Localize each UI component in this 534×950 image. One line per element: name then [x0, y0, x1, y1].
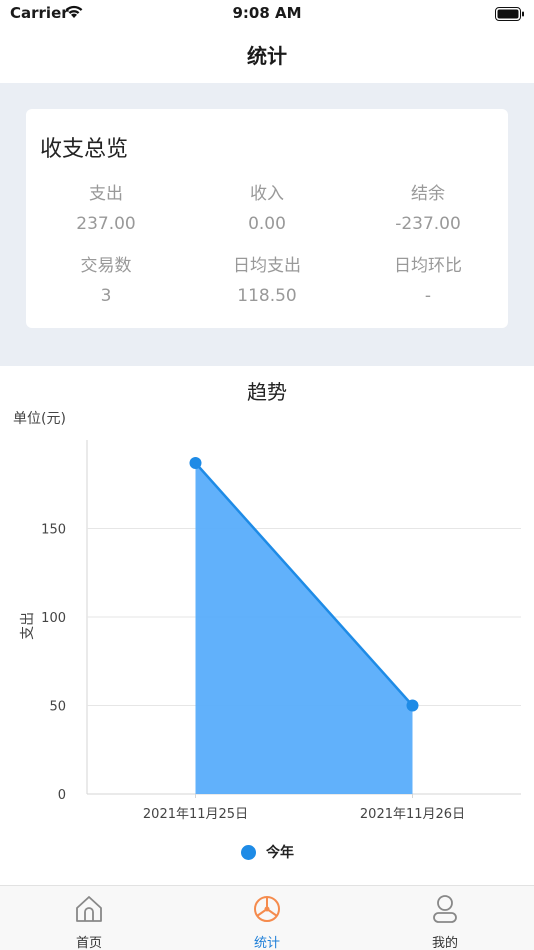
stat-daily-expense-value: 118.50	[237, 286, 297, 306]
stat-daily-expense-label: 日均支出	[233, 256, 301, 276]
home-icon	[74, 894, 104, 924]
trend-title: 趋势	[247, 380, 287, 404]
stat-daily-ratio-value: -	[424, 286, 432, 306]
trend-chart: 0 50 100 150 支出 2021年11月25日 2021年11月26日	[20, 440, 521, 822]
chart-legend[interactable]: 今年	[241, 842, 294, 862]
tab-profile[interactable]: 我的	[356, 886, 534, 950]
x-tick-label: 2021年11月25日	[143, 807, 248, 822]
data-point	[189, 457, 202, 470]
y-tick-label: 50	[49, 700, 66, 715]
clock: 9:08 AM	[232, 4, 302, 22]
data-point	[406, 699, 419, 712]
legend-dot-icon	[241, 844, 256, 860]
y-tick-label: 100	[41, 611, 66, 626]
stat-expense-label: 支出	[89, 184, 123, 204]
stat-balance-value: -237.00	[395, 214, 461, 234]
tab-statistics[interactable]: 统计	[178, 886, 356, 950]
summary-title: 收支总览	[40, 137, 129, 162]
status-bar: Carrier 9:08 AM	[0, 0, 534, 28]
page-title: 统计	[247, 44, 287, 68]
summary-card: 收支总览 支出 237.00 收入 0.00 结余 -237.00 交易数 3 …	[26, 109, 508, 328]
tab-profile-label: 我的	[431, 936, 458, 950]
y-tick-label: 0	[58, 788, 66, 803]
stat-transactions-label: 交易数	[80, 256, 132, 276]
stat-daily-ratio-label: 日均环比	[394, 256, 462, 276]
x-tick-label: 2021年11月26日	[360, 807, 465, 822]
legend-label: 今年	[266, 845, 294, 861]
tab-home-label: 首页	[75, 936, 102, 950]
chart-icon	[252, 894, 282, 924]
stat-transactions-value: 3	[100, 286, 112, 306]
tab-bar: 首页 统计 我的	[0, 885, 534, 950]
series-area	[195, 463, 413, 794]
stat-expense-value: 237.00	[76, 214, 136, 234]
stat-balance-label: 结余	[411, 184, 445, 204]
stat-income-value: 0.00	[248, 214, 286, 234]
battery-icon	[495, 6, 525, 25]
user-icon	[430, 894, 460, 924]
y-axis-label: 支出	[20, 612, 36, 640]
unit-label: 单位(元)	[13, 411, 66, 427]
tab-statistics-label: 统计	[253, 936, 280, 950]
y-tick-label: 150	[41, 523, 66, 538]
tab-home[interactable]: 首页	[0, 886, 178, 950]
stat-income-label: 收入	[250, 184, 284, 204]
